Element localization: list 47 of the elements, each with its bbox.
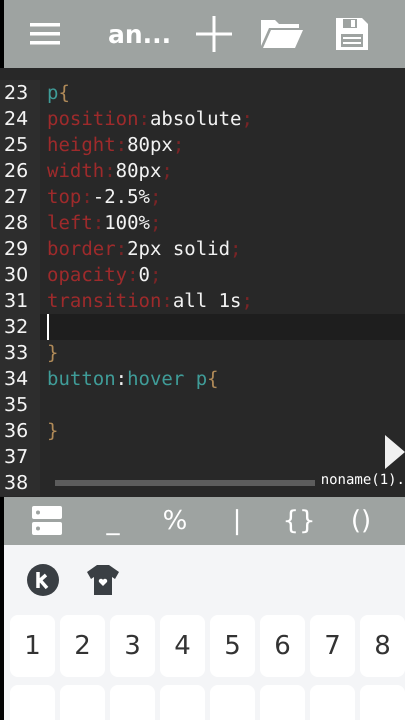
keyboard-key[interactable]: 5 xyxy=(210,615,255,677)
line-number: 37 xyxy=(0,444,40,470)
code-line: position:absolute; xyxy=(47,108,253,130)
code-line: transition:all 1s; xyxy=(47,290,253,312)
keyboard-key[interactable]: 2 xyxy=(60,615,105,677)
code-line: top:-2.5%; xyxy=(47,186,162,208)
code-line: border:2px solid; xyxy=(47,238,242,260)
line-number: 32 xyxy=(0,314,40,340)
keyboard-key[interactable]: 8 xyxy=(360,615,405,677)
line-number: 24 xyxy=(0,106,40,132)
line-number: 26 xyxy=(0,158,40,184)
code-line: opacity:0; xyxy=(47,264,162,286)
plus-icon[interactable] xyxy=(196,16,232,52)
play-icon[interactable] xyxy=(385,435,405,469)
code-line: } xyxy=(47,420,58,442)
line-number: 35 xyxy=(0,392,40,418)
file-title: an... xyxy=(108,20,172,48)
line-number: 29 xyxy=(0,236,40,262)
code-line: height:80px; xyxy=(47,134,184,156)
code-line: left:100%; xyxy=(47,212,162,234)
horizontal-scrollbar[interactable] xyxy=(55,480,315,486)
line-number: 38 xyxy=(0,470,40,496)
line-number: 23 xyxy=(0,80,40,106)
line-number: 36 xyxy=(0,418,40,444)
k-logo-icon[interactable] xyxy=(27,564,59,596)
keyboard-key[interactable]: 4 xyxy=(160,615,205,677)
text-cursor xyxy=(47,314,49,340)
line-number: 30 xyxy=(0,262,40,288)
line-number: 27 xyxy=(0,184,40,210)
t-shirt-icon[interactable] xyxy=(87,565,119,595)
save-icon[interactable] xyxy=(336,18,368,50)
keyboard-key[interactable]: 7 xyxy=(310,615,355,677)
keyboard-key[interactable]: 3 xyxy=(110,615,155,677)
line-number: 33 xyxy=(0,340,40,366)
code-line: p{ xyxy=(47,82,70,104)
code-line: } xyxy=(47,342,58,364)
keyboard-key[interactable]: 1 xyxy=(10,615,55,677)
code-line: width:80px; xyxy=(47,160,173,182)
line-number: 28 xyxy=(0,210,40,236)
line-number: 34 xyxy=(0,366,40,392)
folder-icon[interactable] xyxy=(261,18,303,50)
server-icon[interactable] xyxy=(32,506,62,536)
code-line: button:hover p{ xyxy=(47,368,219,390)
menu-icon[interactable] xyxy=(30,23,60,45)
line-number: 31 xyxy=(0,288,40,314)
line-number: 25 xyxy=(0,132,40,158)
keyboard-key[interactable]: 6 xyxy=(260,615,305,677)
